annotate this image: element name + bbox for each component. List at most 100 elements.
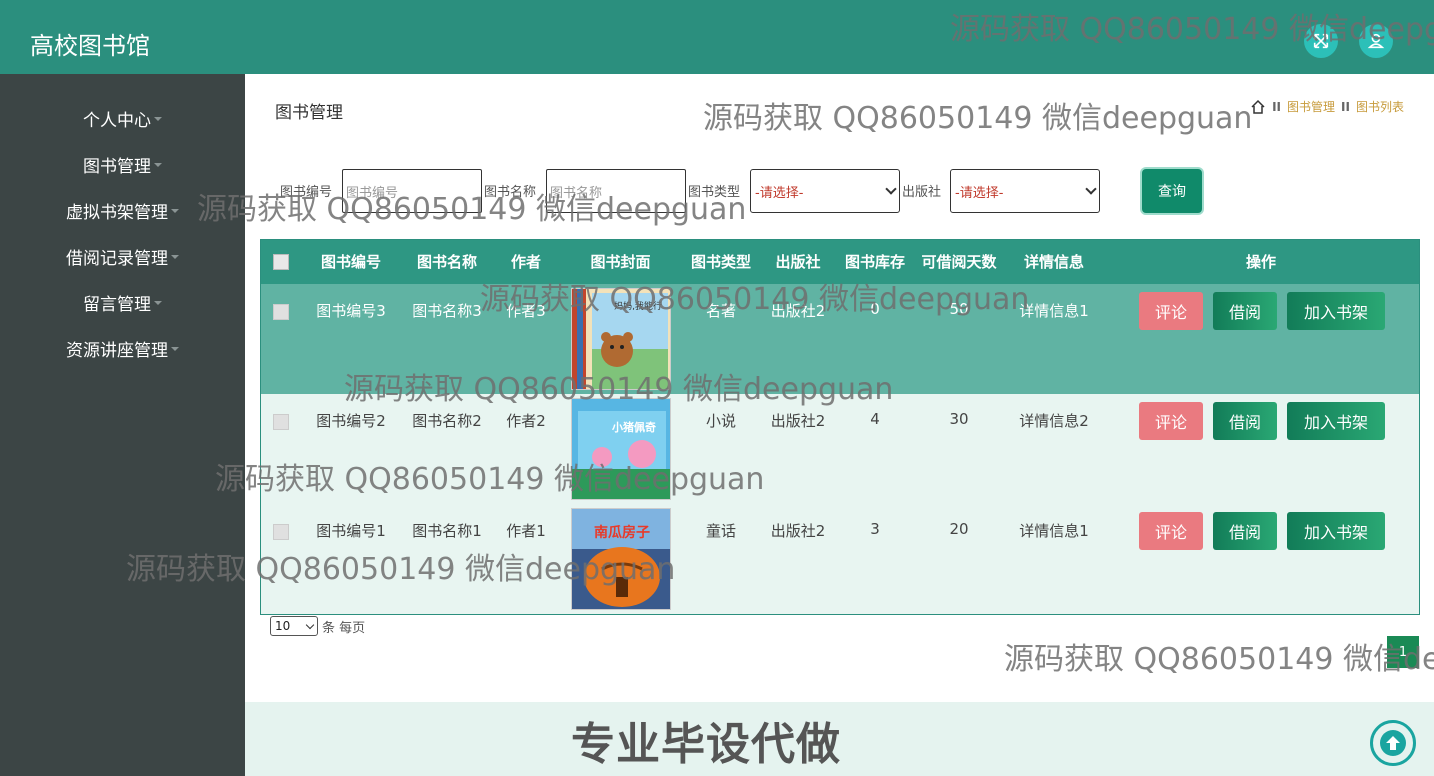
row-checkbox[interactable] [273,524,289,540]
book-cover-image: 南瓜房子 [571,508,671,610]
arrow-up-icon [1380,730,1406,756]
cell-book-type: 小说 [705,412,736,430]
cell-detail: 详情信息2 [1019,412,1089,430]
borrow-button[interactable]: 借阅 [1213,292,1277,330]
publisher-label: 出版社 [902,185,942,200]
book-type-label: 图书类型 [688,185,741,200]
app-title: 高校图书馆 [30,32,150,60]
sidebar-item-label: 个人中心 [83,110,151,131]
breadcrumb-book-management[interactable]: 图书管理 [1287,98,1335,115]
book-table: 图书编号 图书名称 作者 图书封面 图书类型 出版社 图书库存 可借阅天数 详情… [260,239,1420,615]
sidebar-item-label: 借阅记录管理 [66,248,168,269]
expand-icon [1313,33,1329,49]
cell-author: 作者1 [506,522,546,540]
cell-stock: 0 [870,300,880,318]
row-checkbox[interactable] [273,414,289,430]
back-to-top-button[interactable] [1370,720,1416,766]
table-header: 图书编号 图书名称 作者 图书封面 图书类型 出版社 图书库存 可借阅天数 详情… [261,240,1419,284]
col-header: 详情信息 [1023,253,1084,271]
col-header: 图书库存 [844,253,905,271]
sidebar-item-virtual-shelf[interactable]: 虚拟书架管理 [0,195,245,225]
sidebar-item-messages[interactable]: 留言管理 [0,287,245,317]
sidebar: 个人中心 图书管理 虚拟书架管理 借阅记录管理 留言管理 资源讲座管理 [0,74,245,776]
sidebar-item-label: 虚拟书架管理 [66,202,168,223]
per-page-select[interactable]: 10 [270,616,318,636]
cell-days: 30 [949,410,969,428]
cell-detail: 详情信息1 [1019,302,1089,320]
cell-book-no: 图书编号2 [316,412,386,430]
user-button[interactable] [1359,24,1393,58]
cell-days: 20 [949,520,969,538]
fullscreen-button[interactable] [1304,24,1338,58]
table-row[interactable]: 图书编号1 图书名称1 作者1 南瓜房子 童话 出版社2 3 20 详情信息1 … [261,504,1419,614]
borrow-button[interactable]: 借阅 [1213,402,1277,440]
col-header: 操作 [1245,253,1276,271]
add-to-shelf-button[interactable]: 加入书架 [1287,512,1385,550]
cell-book-type: 名著 [705,302,736,320]
book-type-value: -请选择- [755,185,804,201]
publisher-select[interactable]: -请选择- [950,169,1100,213]
book-name-input[interactable]: 图书名称 [546,169,686,213]
per-page-suffix: 条 每页 [322,620,366,636]
cell-publisher: 出版社2 [770,522,826,540]
user-icon [1367,33,1385,49]
caret-down-icon [154,163,162,167]
book-no-label: 图书编号 [280,185,333,200]
table-row[interactable]: 图书编号3 图书名称3 作者3 妈妈,我能行 名著 出版社2 0 50 详情信息… [261,284,1419,394]
sidebar-item-borrow-records[interactable]: 借阅记录管理 [0,241,245,271]
table-row[interactable]: 图书编号2 图书名称2 作者2 小猪佩奇 小说 出版社2 4 30 详情信息2 … [261,394,1419,504]
cell-book-name: 图书名称1 [412,522,482,540]
book-cover-title: 南瓜房子 [594,524,650,541]
cell-author: 作者2 [506,412,546,430]
main-content: 图书管理 II 图书管理 II 图书列表 图书编号 图书编号 图书名称 图书名称… [245,74,1434,776]
caret-down-icon [171,209,179,213]
cell-publisher: 出版社2 [770,412,826,430]
book-cover-title: 妈妈,我能行 [614,300,662,312]
book-cover-image: 妈妈,我能行 [571,288,671,390]
col-header: 图书封面 [590,253,651,271]
breadcrumb-separator: II [1341,99,1350,114]
cell-book-name: 图书名称3 [412,302,482,320]
comment-button[interactable]: 评论 [1139,402,1203,440]
cell-days: 50 [949,300,969,318]
breadcrumb-book-list[interactable]: 图书列表 [1356,98,1404,115]
book-name-label: 图书名称 [484,185,537,200]
query-button[interactable]: 查询 [1142,169,1202,213]
top-header: 高校图书馆 [0,0,1434,74]
per-page-value: 10 [275,619,291,633]
page-number-button[interactable]: 1 [1387,636,1419,668]
col-header: 图书名称 [416,253,477,271]
cell-stock: 3 [870,520,880,538]
book-type-select[interactable]: -请选择- [750,169,900,213]
borrow-button[interactable]: 借阅 [1213,512,1277,550]
comment-button[interactable]: 评论 [1139,292,1203,330]
page-title: 图书管理 [275,103,343,123]
breadcrumb: II 图书管理 II 图书列表 [1250,98,1404,115]
cell-book-name: 图书名称2 [412,412,482,430]
sidebar-item-lectures[interactable]: 资源讲座管理 [0,333,245,363]
add-to-shelf-button[interactable]: 加入书架 [1287,292,1385,330]
select-all-checkbox[interactable] [273,254,289,270]
sidebar-item-label: 留言管理 [83,294,151,315]
breadcrumb-separator: II [1272,99,1282,114]
cell-detail: 详情信息1 [1019,522,1089,540]
book-no-input[interactable]: 图书编号 [342,169,482,213]
promo-text: 专业毕设代做 [571,719,841,770]
chevron-down-icon [305,620,315,629]
caret-down-icon [154,117,162,121]
caret-down-icon [154,301,162,305]
sidebar-item-book-management[interactable]: 图书管理 [0,149,245,179]
add-to-shelf-button[interactable]: 加入书架 [1287,402,1385,440]
col-header: 作者 [510,253,541,271]
sidebar-item-personal-center[interactable]: 个人中心 [0,103,245,133]
col-header: 可借阅天数 [921,253,997,271]
col-header: 图书类型 [690,253,751,271]
book-cover-image: 小猪佩奇 [571,398,671,500]
caret-down-icon [171,255,179,259]
home-icon[interactable] [1250,99,1266,115]
col-header: 出版社 [775,253,821,271]
row-checkbox[interactable] [273,304,289,320]
cell-stock: 4 [870,410,880,428]
publisher-value: -请选择- [955,185,1004,201]
comment-button[interactable]: 评论 [1139,512,1203,550]
